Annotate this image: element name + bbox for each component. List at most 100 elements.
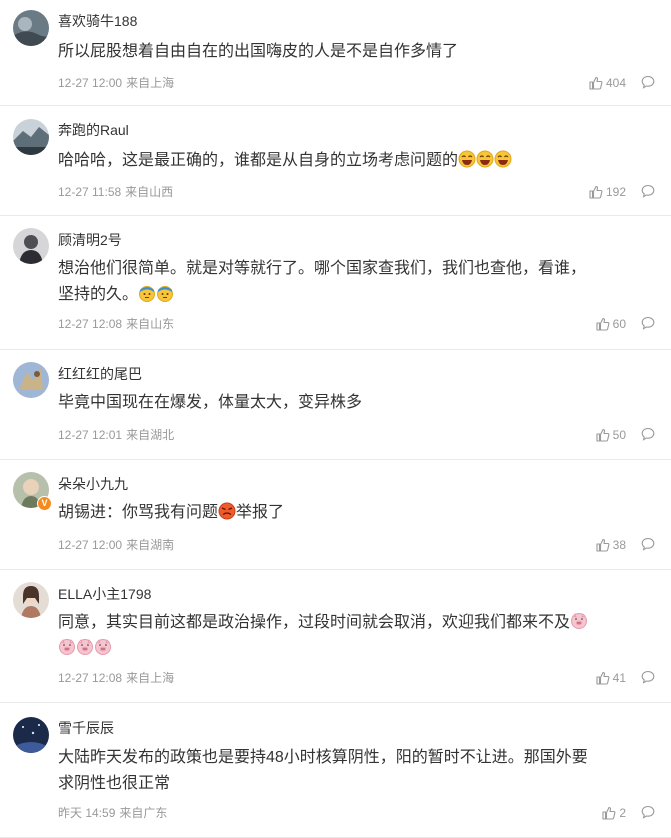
pig-emoji <box>59 639 75 655</box>
laugh-emoji <box>476 150 494 168</box>
thumbs-up-icon <box>589 76 603 90</box>
comment-item: 红红红的尾巴 毕竟中国现在在爆发，体量太大，变异株多 12-27 12:01 来自… <box>0 350 671 460</box>
comment-text: 所以屁股想着自由自在的出国嗨皮的人是不是自作多情了 <box>58 39 651 65</box>
pig-emoji <box>571 613 588 629</box>
comment-location: 来自湖北 <box>126 428 175 442</box>
like-count: 192 <box>605 185 626 199</box>
comment-location: 来自广东 <box>119 806 168 820</box>
comment-text: 胡锡进：你骂我有问题 举报了 <box>58 500 651 526</box>
comment-meta: 12-27 12:00 来自湖南 <box>58 537 174 553</box>
avatar[interactable] <box>13 717 49 753</box>
sweat-emoji <box>157 286 174 302</box>
comment-line-text: 举报了 <box>236 504 285 521</box>
like-button[interactable]: 60 <box>596 316 626 332</box>
comment-time: 昨天 14:59 <box>58 806 116 820</box>
comment-time: 12-27 12:00 <box>58 538 123 552</box>
comment-time: 12-27 12:01 <box>58 428 123 442</box>
comment-time: 12-27 12:08 <box>58 317 123 331</box>
comment-bubble-icon[interactable] <box>641 805 655 819</box>
comment-location: 来自上海 <box>126 671 175 685</box>
avatar[interactable] <box>13 228 49 264</box>
comment-location: 来自湖南 <box>126 538 175 552</box>
avatar[interactable] <box>13 582 49 618</box>
angry-emoji <box>218 502 236 520</box>
comment-bubble-icon[interactable] <box>641 537 655 551</box>
comment-bubble-icon[interactable] <box>641 670 655 684</box>
thumbs-up-icon <box>589 185 603 199</box>
comment-location: 来自山西 <box>125 185 174 199</box>
comment-line: 所以屁股想着自由自在的出国嗨皮的人是不是自作多情了 <box>58 43 459 60</box>
comment-item: ELLA小主1798 同意，其实目前这都是政治操作，过段时间就会取消，欢迎我们都… <box>0 570 671 703</box>
comment-text: 同意，其实目前这都是政治操作，过段时间就会取消，欢迎我们都来不及 <box>58 610 651 662</box>
username[interactable]: 雪千辰辰 <box>58 719 114 737</box>
comment-item: 喜欢骑牛188 所以屁股想着自由自在的出国嗨皮的人是不是自作多情了 12-27 … <box>0 0 671 106</box>
comment-line: 想治他们很简单。就是对等就行了。哪个国家查我们，我们也查他，看谁， <box>58 260 587 277</box>
comment-location: 来自山东 <box>126 317 175 331</box>
comment-line: 求阴性也很正常 <box>58 775 171 792</box>
comment-meta: 昨天 14:59 来自广东 <box>58 805 167 821</box>
comment-meta: 12-27 12:01 来自湖北 <box>58 427 174 443</box>
like-button[interactable]: 404 <box>589 75 626 91</box>
comment-line: 胡锡进：你骂我有问题 举报了 <box>58 500 651 526</box>
comment-line <box>58 636 651 662</box>
comment-text: 毕竟中国现在在爆发，体量太大，变异株多 <box>58 390 651 416</box>
comment-meta: 12-27 11:58 来自山西 <box>58 184 173 200</box>
like-button[interactable]: 41 <box>596 670 626 686</box>
avatar[interactable] <box>13 10 49 46</box>
like-count: 60 <box>612 317 626 331</box>
pig-emoji <box>95 639 111 655</box>
comment-time: 12-27 12:08 <box>58 671 123 685</box>
v-badge-icon: V <box>37 496 52 511</box>
comment-list: 喜欢骑牛188 所以屁股想着自由自在的出国嗨皮的人是不是自作多情了 12-27 … <box>0 0 671 838</box>
comment-item: V 朵朵小九九 胡锡进：你骂我有问题 举报了 12-27 12:00 来自湖南 38 <box>0 460 671 570</box>
comment-item: 顾清明2号 想治他们很简单。就是对等就行了。哪个国家查我们，我们也查他，看谁， … <box>0 216 671 350</box>
like-count: 50 <box>612 428 626 442</box>
comment-time: 12-27 11:58 <box>58 185 122 199</box>
comment-text: 大陆昨天发布的政策也是要持48小时核算阴性，阳的暂时不让进。那国外要 求阴性也很… <box>58 745 651 797</box>
comment-bubble-icon[interactable] <box>641 316 655 330</box>
comment-line-text: 坚持的久。 <box>58 286 139 303</box>
comment-bubble-icon[interactable] <box>641 427 655 441</box>
comment-location: 来自上海 <box>126 76 175 90</box>
laugh-emoji <box>494 150 512 168</box>
comment-line: 同意，其实目前这都是政治操作，过段时间就会取消，欢迎我们都来不及 <box>58 610 651 636</box>
comment-bubble-icon[interactable] <box>641 184 655 198</box>
comment-line: 大陆昨天发布的政策也是要持48小时核算阴性，阳的暂时不让进。那国外要 <box>58 749 588 766</box>
comment-text: 哈哈哈，这是最正确的，谁都是从自身的立场考虑问题的 <box>58 148 651 174</box>
like-count: 41 <box>612 671 626 685</box>
comment-meta: 12-27 12:00 来自上海 <box>58 75 174 91</box>
like-button[interactable]: 50 <box>596 427 626 443</box>
laugh-emoji <box>458 150 476 168</box>
comment-time: 12-27 12:00 <box>58 76 123 90</box>
username[interactable]: 顾清明2号 <box>58 231 122 249</box>
avatar[interactable] <box>13 362 49 398</box>
like-count: 38 <box>612 538 626 552</box>
thumbs-up-icon <box>596 538 610 552</box>
username[interactable]: 奔跑的Raul <box>58 121 129 139</box>
pig-emoji <box>77 639 93 655</box>
comment-bubble-icon[interactable] <box>641 75 655 89</box>
username[interactable]: 喜欢骑牛188 <box>58 12 137 30</box>
comment-line: 坚持的久。 <box>58 282 651 308</box>
like-count: 2 <box>619 806 626 820</box>
thumbs-up-icon <box>602 806 616 820</box>
thumbs-up-icon <box>596 671 610 685</box>
like-button[interactable]: 2 <box>602 805 626 821</box>
comment-line: 毕竟中国现在在爆发，体量太大，变异株多 <box>58 394 363 411</box>
comment-item: 雪千辰辰 大陆昨天发布的政策也是要持48小时核算阴性，阳的暂时不让进。那国外要 … <box>0 703 671 838</box>
comment-meta: 12-27 12:08 来自山东 <box>58 316 174 332</box>
sweat-emoji <box>139 286 156 302</box>
comment-item: 奔跑的Raul 哈哈哈，这是最正确的，谁都是从自身的立场考虑问题的 12-27 … <box>0 106 671 216</box>
comment-line-text: 胡锡进：你骂我有问题 <box>58 504 219 521</box>
like-count: 404 <box>605 76 626 90</box>
thumbs-up-icon <box>596 428 610 442</box>
username[interactable]: 朵朵小九九 <box>58 475 128 493</box>
comment-line-text: 同意，其实目前这都是政治操作，过段时间就会取消，欢迎我们都来不及 <box>58 614 571 631</box>
like-button[interactable]: 192 <box>589 184 626 200</box>
username[interactable]: 红红红的尾巴 <box>58 365 142 383</box>
username[interactable]: ELLA小主1798 <box>58 585 151 603</box>
comment-line-text: 哈哈哈，这是最正确的，谁都是从自身的立场考虑问题的 <box>58 152 459 169</box>
comment-text: 想治他们很简单。就是对等就行了。哪个国家查我们，我们也查他，看谁， 坚持的久。 <box>58 256 651 308</box>
like-button[interactable]: 38 <box>596 537 626 553</box>
avatar[interactable] <box>13 119 49 155</box>
